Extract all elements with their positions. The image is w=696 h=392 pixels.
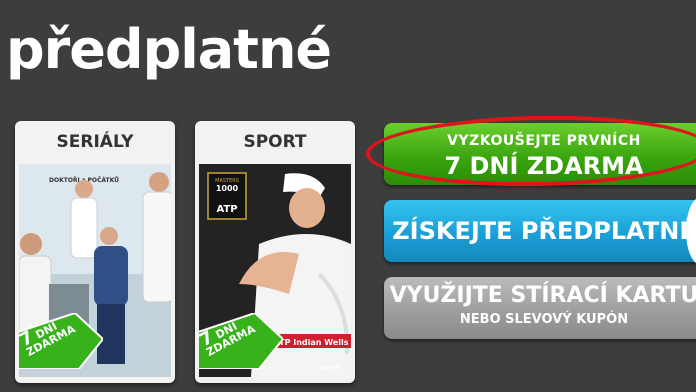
voucher-line2: NEBO SLEVOVÝ KUPÓN: [459, 312, 629, 327]
card-sport[interactable]: SPORT MASTERS 1000 ATP ATP Indian Wells …: [195, 121, 355, 383]
card-title-series: SERIÁLY: [56, 132, 134, 152]
sport-poster-caption: ATP Indian Wells: [274, 338, 349, 347]
sport-logo: sport: [321, 364, 339, 371]
free-trial-banner-series: 7 DNÍ ZDARMA: [19, 313, 103, 369]
sport-poster-image[interactable]: MASTERS 1000 ATP ATP Indian Wells VOYO s…: [199, 164, 351, 377]
scratch-card-voucher-button[interactable]: VYUŽIJTE STÍRACÍ KARTU NEBO SLEVOVÝ KUPÓ…: [384, 277, 696, 339]
get-subscription-label: ZÍSKEJTE PŘEDPLATNÉ: [392, 217, 696, 245]
get-subscription-button[interactable]: ZÍSKEJTE PŘEDPLATNÉ: [384, 200, 696, 262]
atp-badge-brand: ATP: [216, 204, 237, 215]
voucher-line1: VYUŽIJTE STÍRACÍ KARTU: [389, 283, 696, 308]
card-title-sport: SPORT: [243, 132, 307, 152]
card-series[interactable]: SERIÁLY DOKTOŘI z POČÁTKŮ 7 DNÍ: [15, 121, 175, 383]
free-trial-banner-sport: 7 DNÍ ZDARMA: [199, 313, 283, 369]
page-title: předplatné: [6, 18, 332, 81]
series-poster-image[interactable]: DOKTOŘI z POČÁTKŮ 7 DNÍ ZDARMA: [19, 164, 171, 377]
atp-badge-number: 1000: [216, 184, 239, 193]
